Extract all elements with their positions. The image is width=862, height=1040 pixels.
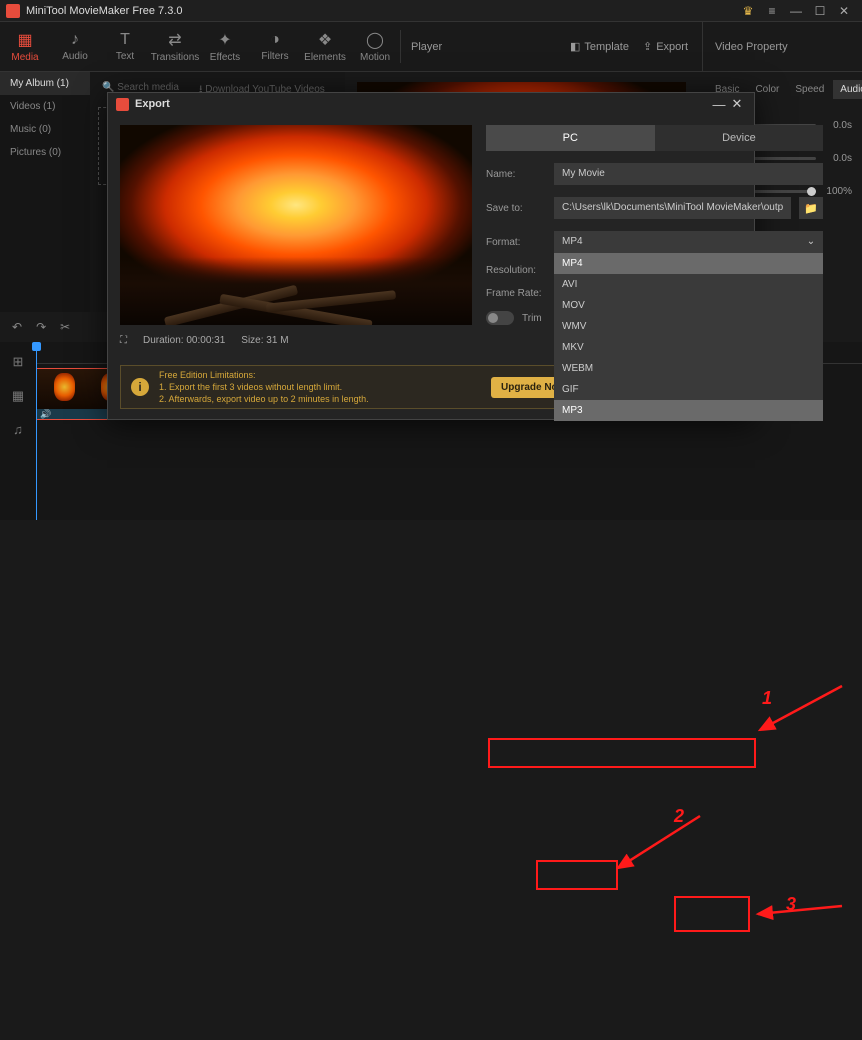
template-icon: ◧	[570, 40, 580, 53]
split-button[interactable]: ✂	[60, 320, 70, 334]
dialog-logo	[116, 98, 129, 111]
template-button[interactable]: ◧Template	[570, 40, 629, 53]
audio-track-icon[interactable]: ♫	[13, 422, 23, 437]
format-opt-wmv[interactable]: WMV	[554, 316, 823, 337]
export-size: Size: 31 M	[241, 335, 288, 346]
tool-media[interactable]: ▦Media	[0, 22, 50, 71]
lock-button[interactable]: ⊞	[13, 354, 24, 370]
resolution-label: Resolution:	[486, 265, 546, 276]
export-dialog: Export ― ✕ ⛶ Duration: 00:00:31 Size: 31…	[107, 92, 755, 420]
minimize-button[interactable]: ―	[784, 4, 808, 18]
tool-audio[interactable]: ♪Audio	[50, 22, 100, 71]
volume-value: 100%	[822, 186, 852, 197]
format-opt-mov[interactable]: MOV	[554, 295, 823, 316]
tab-audio[interactable]: Audio	[833, 80, 862, 99]
tool-effects[interactable]: ✦Effects	[200, 22, 250, 71]
titlebar: MiniTool MovieMaker Free 7.3.0 ♛ ≡ ― ☐ ✕	[0, 0, 862, 22]
app-title: MiniTool MovieMaker Free 7.3.0	[26, 5, 736, 17]
effects-icon: ✦	[218, 30, 231, 50]
dialog-close[interactable]: ✕	[728, 96, 746, 112]
undo-button[interactable]: ↶	[12, 320, 22, 334]
format-dropdown: MP4 AVI MOV WMV MKV WEBM GIF MP3	[554, 253, 823, 421]
close-button[interactable]: ✕	[832, 4, 856, 18]
export-preview-panel: ⛶ Duration: 00:00:31 Size: 31 M	[120, 125, 472, 371]
anno-1: 1	[762, 688, 772, 709]
browse-button[interactable]: 📁	[799, 197, 823, 219]
format-opt-webm[interactable]: WEBM	[554, 358, 823, 379]
lim-line1: 1. Export the first 3 videos without len…	[159, 381, 481, 393]
limitations-box: i Free Edition Limitations: 1. Export th…	[120, 365, 586, 409]
dialog-titlebar: Export ― ✕	[108, 93, 754, 115]
timeline-tools: ⊞ ▦ ♫	[0, 342, 36, 520]
fadein-value: 0.0s	[822, 120, 852, 131]
dialog-minimize[interactable]: ―	[710, 97, 728, 112]
tool-motion[interactable]: ◯Motion	[350, 22, 400, 71]
lim-line2: 2. Afterwards, export video up to 2 minu…	[159, 393, 481, 405]
trim-toggle[interactable]	[486, 311, 514, 325]
video-property-label: Video Property	[702, 22, 862, 71]
format-opt-mkv[interactable]: MKV	[554, 337, 823, 358]
framerate-label: Frame Rate:	[486, 288, 546, 299]
tab-speed[interactable]: Speed	[788, 80, 831, 99]
fadeout-value: 0.0s	[822, 153, 852, 164]
app-logo	[6, 4, 20, 18]
trim-label: Trim	[522, 313, 542, 324]
export-preview	[120, 125, 472, 325]
anno-2: 2	[674, 806, 684, 827]
main-toolbar: ▦Media ♪Audio TText ⇄Transitions ✦Effect…	[0, 22, 862, 72]
anno-3: 3	[786, 894, 796, 915]
format-select[interactable]: MP4 ⌄	[554, 231, 823, 253]
saveto-input[interactable]: C:\Users\lk\Documents\MiniTool MovieMake…	[554, 197, 791, 219]
export-form: PC Device Name: My Movie Save to: C:\Use…	[486, 125, 823, 371]
export-tab-pc[interactable]: PC	[486, 125, 655, 151]
lim-title: Free Edition Limitations:	[159, 369, 481, 381]
chevron-down-icon: ⌄	[807, 231, 815, 253]
filters-icon: ◑	[270, 31, 280, 49]
tool-transitions[interactable]: ⇄Transitions	[150, 22, 200, 71]
sidebar-pictures[interactable]: Pictures (0)	[0, 141, 90, 164]
folder-icon: 📁	[804, 202, 818, 215]
elements-icon: ❖	[318, 30, 332, 50]
sidebar: My Album (1) Videos (1) Music (0) Pictur…	[0, 72, 90, 312]
redo-button[interactable]: ↷	[36, 320, 46, 334]
sidebar-album[interactable]: My Album (1)	[0, 72, 90, 95]
format-opt-gif[interactable]: GIF	[554, 379, 823, 400]
export-icon: ⇪	[643, 40, 652, 53]
format-opt-mp4[interactable]: MP4	[554, 253, 823, 274]
text-icon: T	[120, 31, 130, 49]
tool-elements[interactable]: ❖Elements	[300, 22, 350, 71]
maximize-button[interactable]: ☐	[808, 4, 832, 18]
name-label: Name:	[486, 169, 546, 180]
vip-icon[interactable]: ♛	[736, 4, 760, 18]
playhead[interactable]	[36, 342, 37, 520]
info-icon: i	[131, 378, 149, 396]
format-opt-avi[interactable]: AVI	[554, 274, 823, 295]
motion-icon: ◯	[366, 30, 384, 50]
media-icon: ▦	[17, 30, 32, 50]
export-button-top[interactable]: ⇪Export	[643, 40, 688, 53]
tool-filters[interactable]: ◑Filters	[250, 22, 300, 71]
transitions-icon: ⇄	[168, 30, 181, 50]
dialog-title: Export	[135, 98, 710, 110]
sidebar-videos[interactable]: Videos (1)	[0, 95, 90, 118]
saveto-label: Save to:	[486, 203, 546, 214]
name-input[interactable]: My Movie	[554, 163, 823, 185]
sidebar-music[interactable]: Music (0)	[0, 118, 90, 141]
menu-icon[interactable]: ≡	[760, 4, 784, 18]
audio-icon: ♪	[71, 31, 79, 49]
fullscreen-icon[interactable]: ⛶	[120, 335, 127, 346]
clip-audio-icon: 🔊	[40, 409, 51, 420]
format-opt-mp3[interactable]: MP3	[554, 400, 823, 421]
format-label: Format:	[486, 237, 546, 248]
export-tab-device[interactable]: Device	[655, 125, 824, 151]
player-label: Player	[401, 22, 556, 71]
tool-text[interactable]: TText	[100, 22, 150, 71]
export-duration: Duration: 00:00:31	[143, 335, 225, 346]
video-track-icon[interactable]: ▦	[12, 388, 24, 404]
